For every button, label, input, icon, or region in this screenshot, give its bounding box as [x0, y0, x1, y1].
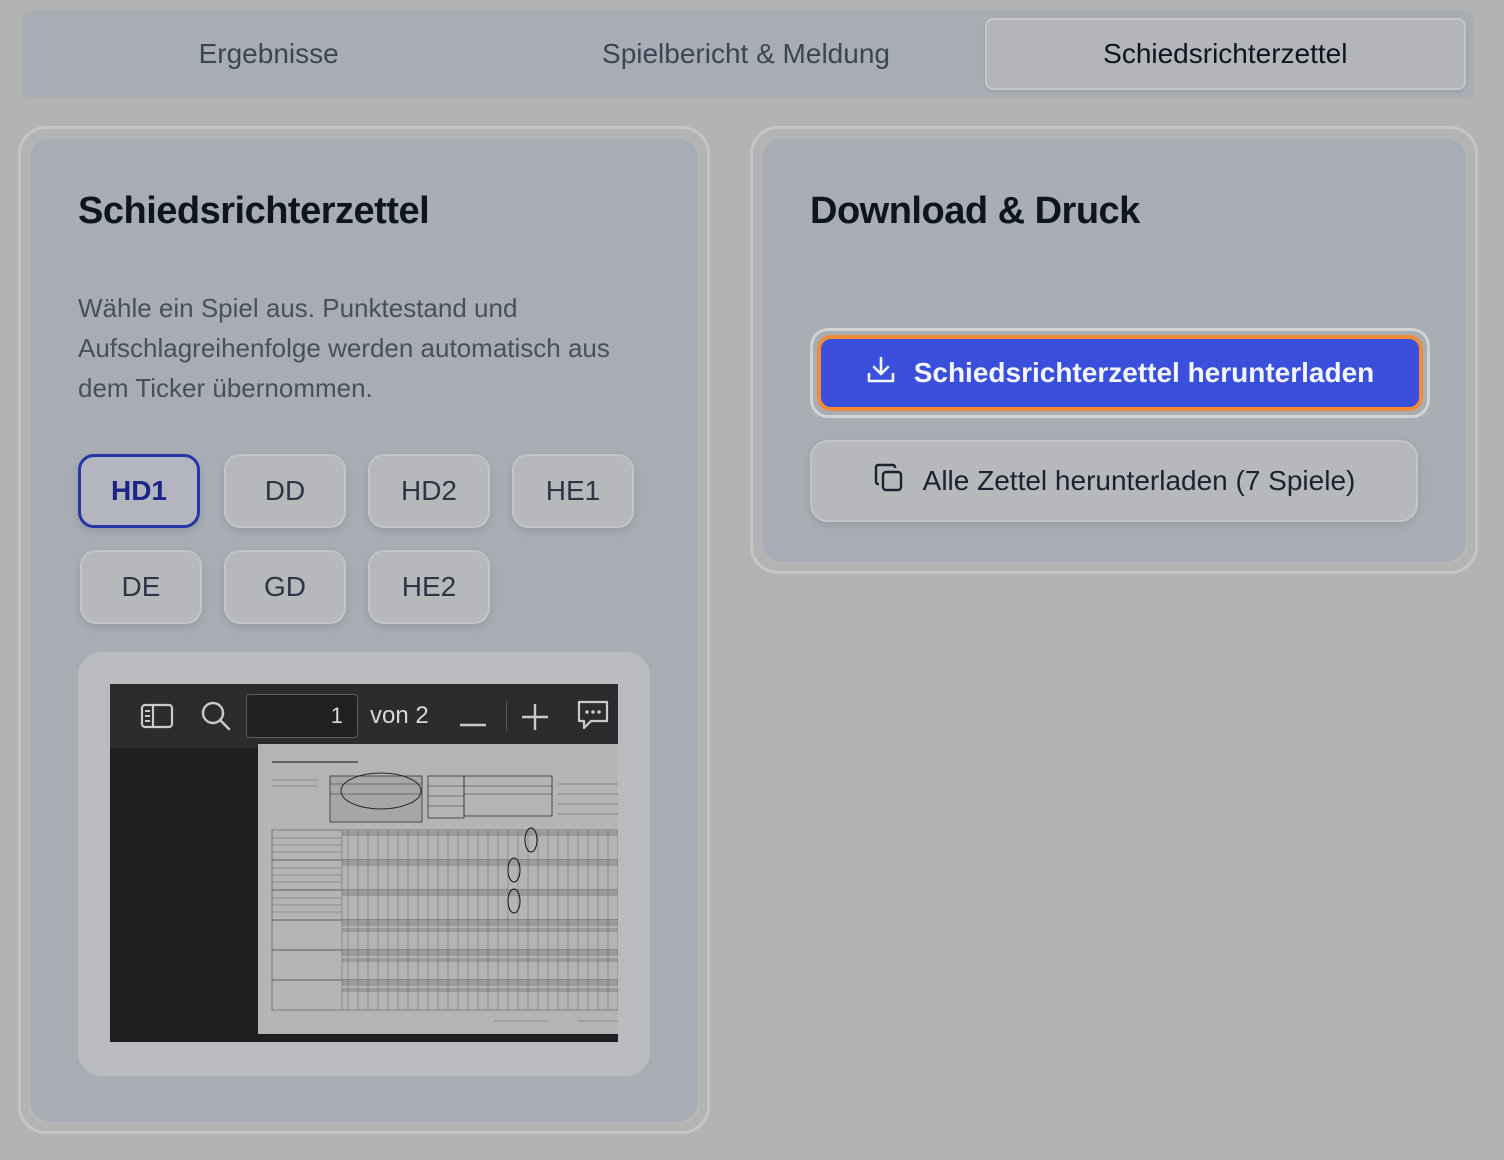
scoresheet-document-image [258, 744, 618, 1034]
tab-bar: Ergebnisse Spielbericht & Meldung Schied… [22, 10, 1474, 98]
comment-icon[interactable] [576, 698, 610, 737]
tab-schiedsrichterzettel[interactable]: Schiedsrichterzettel [984, 18, 1466, 90]
download-all-button[interactable]: Alle Zettel herunterladen (7 Spiele) [810, 440, 1418, 522]
pdf-page-thumbnail [258, 744, 618, 1034]
download-card-title: Download & Druck [810, 190, 1140, 232]
download-scoresheet-button[interactable]: Schiedsrichterzettel herunterladen [817, 335, 1423, 411]
download-card-outline: Download & Druck Schiedsrichterzettel he… [750, 126, 1478, 574]
pdf-viewer: 1 von 2 [110, 684, 618, 1042]
page: Ergebnisse Spielbericht & Meldung Schied… [0, 0, 1504, 1160]
sidebar-toggle-icon[interactable] [140, 702, 174, 735]
download-button-focus-ring: Schiedsrichterzettel herunterladen [810, 328, 1430, 418]
download-icon [866, 355, 896, 392]
download-card: Download & Druck Schiedsrichterzettel he… [761, 137, 1467, 563]
download-scoresheet-label: Schiedsrichterzettel herunterladen [913, 357, 1375, 388]
plus-icon[interactable] [522, 704, 548, 735]
scoresheet-description: Wähle ein Spiel aus. Punktestand und Auf… [78, 293, 610, 403]
scoresheet-card: Schiedsrichterzettel Wähle ein Spiel aus… [29, 137, 699, 1123]
match-chip-gd[interactable]: GD [224, 550, 346, 624]
scoresheet-card-outline: Schiedsrichterzettel Wähle ein Spiel aus… [18, 126, 710, 1134]
page-count-label: von 2 [370, 702, 429, 729]
match-chip-dd[interactable]: DD [224, 454, 346, 528]
match-chip-hd1[interactable]: HD1 [78, 454, 200, 528]
match-chip-hd2[interactable]: HD2 [368, 454, 490, 528]
match-chip-he2[interactable]: HE2 [368, 550, 490, 624]
page-number-input[interactable]: 1 [246, 694, 358, 738]
match-chip-de[interactable]: DE [80, 550, 202, 624]
tab-ergebnisse[interactable]: Ergebnisse [30, 18, 507, 90]
search-icon[interactable] [200, 700, 232, 737]
match-chip-he1[interactable]: HE1 [512, 454, 634, 528]
pdf-preview-container: 1 von 2 [78, 652, 650, 1076]
pdf-viewer-toolbar: 1 von 2 [110, 684, 618, 748]
scoresheet-card-title: Schiedsrichterzettel [78, 190, 430, 232]
download-all-label: Alle Zettel herunterladen (7 Spiele) [922, 465, 1356, 496]
tab-spielbericht-meldung[interactable]: Spielbericht & Meldung [507, 18, 984, 90]
copy-icon [873, 462, 905, 501]
toolbar-separator [506, 700, 507, 732]
minus-icon[interactable] [460, 714, 486, 732]
